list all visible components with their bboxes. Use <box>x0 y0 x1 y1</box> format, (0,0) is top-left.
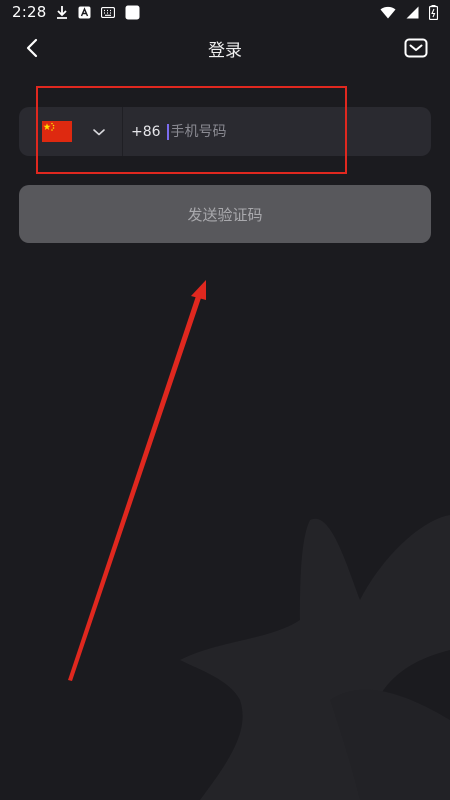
status-bar: 2:28 <box>0 0 450 24</box>
china-flag-icon <box>42 121 72 142</box>
login-screen: 2:28 登录 +86 手机号码 发送验证码 <box>0 0 450 800</box>
signal-icon <box>406 6 419 19</box>
country-code-selector[interactable] <box>19 107 123 156</box>
header: 登录 <box>0 28 450 68</box>
annotation-arrow-head <box>191 280 206 300</box>
status-left: 2:28 <box>12 3 140 21</box>
mail-button[interactable] <box>402 34 430 62</box>
chevron-down-icon <box>93 128 105 135</box>
wifi-icon <box>380 6 396 19</box>
battery-icon <box>429 4 438 20</box>
annotation-arrow-shaft <box>68 296 201 681</box>
a-badge-icon <box>78 6 91 19</box>
text-cursor <box>166 123 169 140</box>
keyboard-icon <box>101 6 116 18</box>
page-title: 登录 <box>208 41 242 61</box>
mail-icon <box>404 38 428 58</box>
background-star-shape <box>180 515 450 800</box>
status-right <box>380 4 438 20</box>
phone-input-row: +86 <box>19 107 431 156</box>
background-curve-shape <box>330 689 450 800</box>
dial-code: +86 <box>131 123 161 140</box>
phone-number-input[interactable] <box>170 116 431 147</box>
square-app-icon <box>125 5 140 20</box>
send-code-button[interactable]: 发送验证码 <box>19 185 431 243</box>
download-icon <box>56 5 68 19</box>
status-time: 2:28 <box>12 3 47 21</box>
